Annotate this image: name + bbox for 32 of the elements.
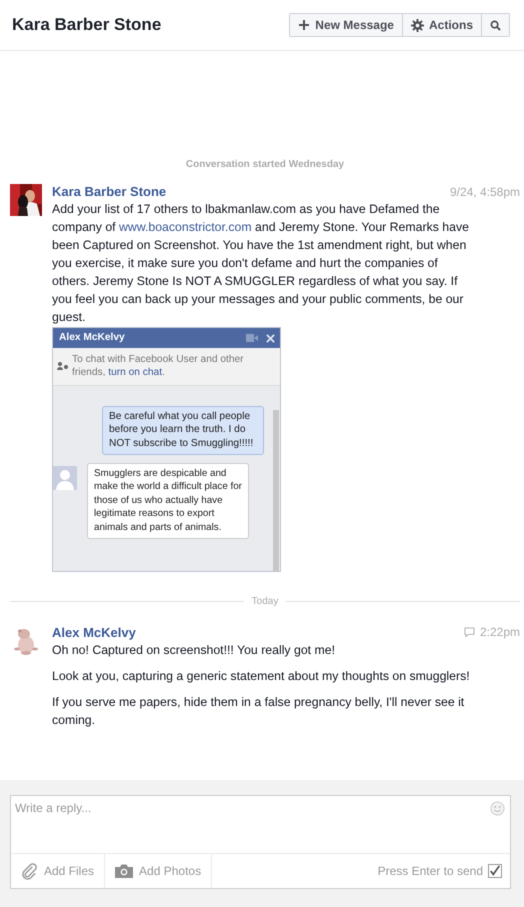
search-button[interactable] — [481, 14, 509, 36]
search-icon — [490, 20, 501, 30]
new-message-button[interactable]: New Message — [290, 14, 402, 36]
message-text: Oh no! Captured on screenshot!!! You really got me! — [52, 642, 336, 659]
press-enter-label: Press Enter to send — [378, 864, 483, 878]
timestamp: 9/24, 4:58pm — [450, 184, 520, 198]
plus-icon — [298, 19, 310, 31]
link[interactable]: www.boaconstrictor.com — [119, 220, 252, 234]
chat-notice: To chat with Facebook User and other friends, turn on chat. — [72, 353, 245, 380]
date-divider-label: Today — [252, 596, 278, 607]
chat-bubble: Smugglers are despicable and make the world a difficult place for those of us who actually have legitimate reasons to export animals and parts of animals. — [87, 463, 249, 540]
camera-icon — [115, 864, 134, 878]
checkbox[interactable] — [488, 864, 502, 878]
speech-bubble-icon — [464, 627, 475, 638]
people-icon — [57, 362, 69, 370]
user-silhouette-icon — [53, 466, 77, 490]
video-camera-icon — [246, 334, 258, 342]
paperclip-icon — [21, 862, 38, 880]
conversation-start-label: Conversation started Wednesday — [184, 159, 346, 170]
conversation-title: Kara Barber Stone — [12, 15, 162, 35]
chat-bubble: Be careful what you call people before you learn the truth. I do NOT subscribe to Smuggling!!!!! — [102, 406, 264, 456]
message-text: If you serve me papers, hide them in a false pregnancy belly, I'll never see it coming. — [52, 694, 466, 729]
author-link[interactable]: Alex McKelvy — [52, 624, 136, 640]
close-icon — [266, 334, 275, 342]
gear-icon — [410, 18, 424, 32]
actions-button[interactable]: Actions — [402, 14, 481, 36]
author-link[interactable]: Kara Barber Stone — [52, 184, 166, 199]
turn-on-chat-link[interactable]: turn on chat — [108, 367, 162, 378]
message-text: Look at you, capturing a generic statement about my thoughts on smugglers! — [52, 668, 471, 685]
chat-title: Alex McKelvy — [59, 331, 125, 345]
message-text: Add your list of 17 others to lbakmanlaw.com as you have Defamed the company of www.boaconstrictor.com and Jeremy Stone. Your Remarks have been Captured on Screenshot. You have the 1st amendment right, but when you exercise, it make sure you don't defame and hurt the companies of others. Jeremy Stone Is NOT A SMUGGLER regardless of what you say. If you feel you can back up your messages and your public comments, be our guest. — [52, 201, 470, 326]
timestamp: 2:22pm — [480, 625, 520, 640]
